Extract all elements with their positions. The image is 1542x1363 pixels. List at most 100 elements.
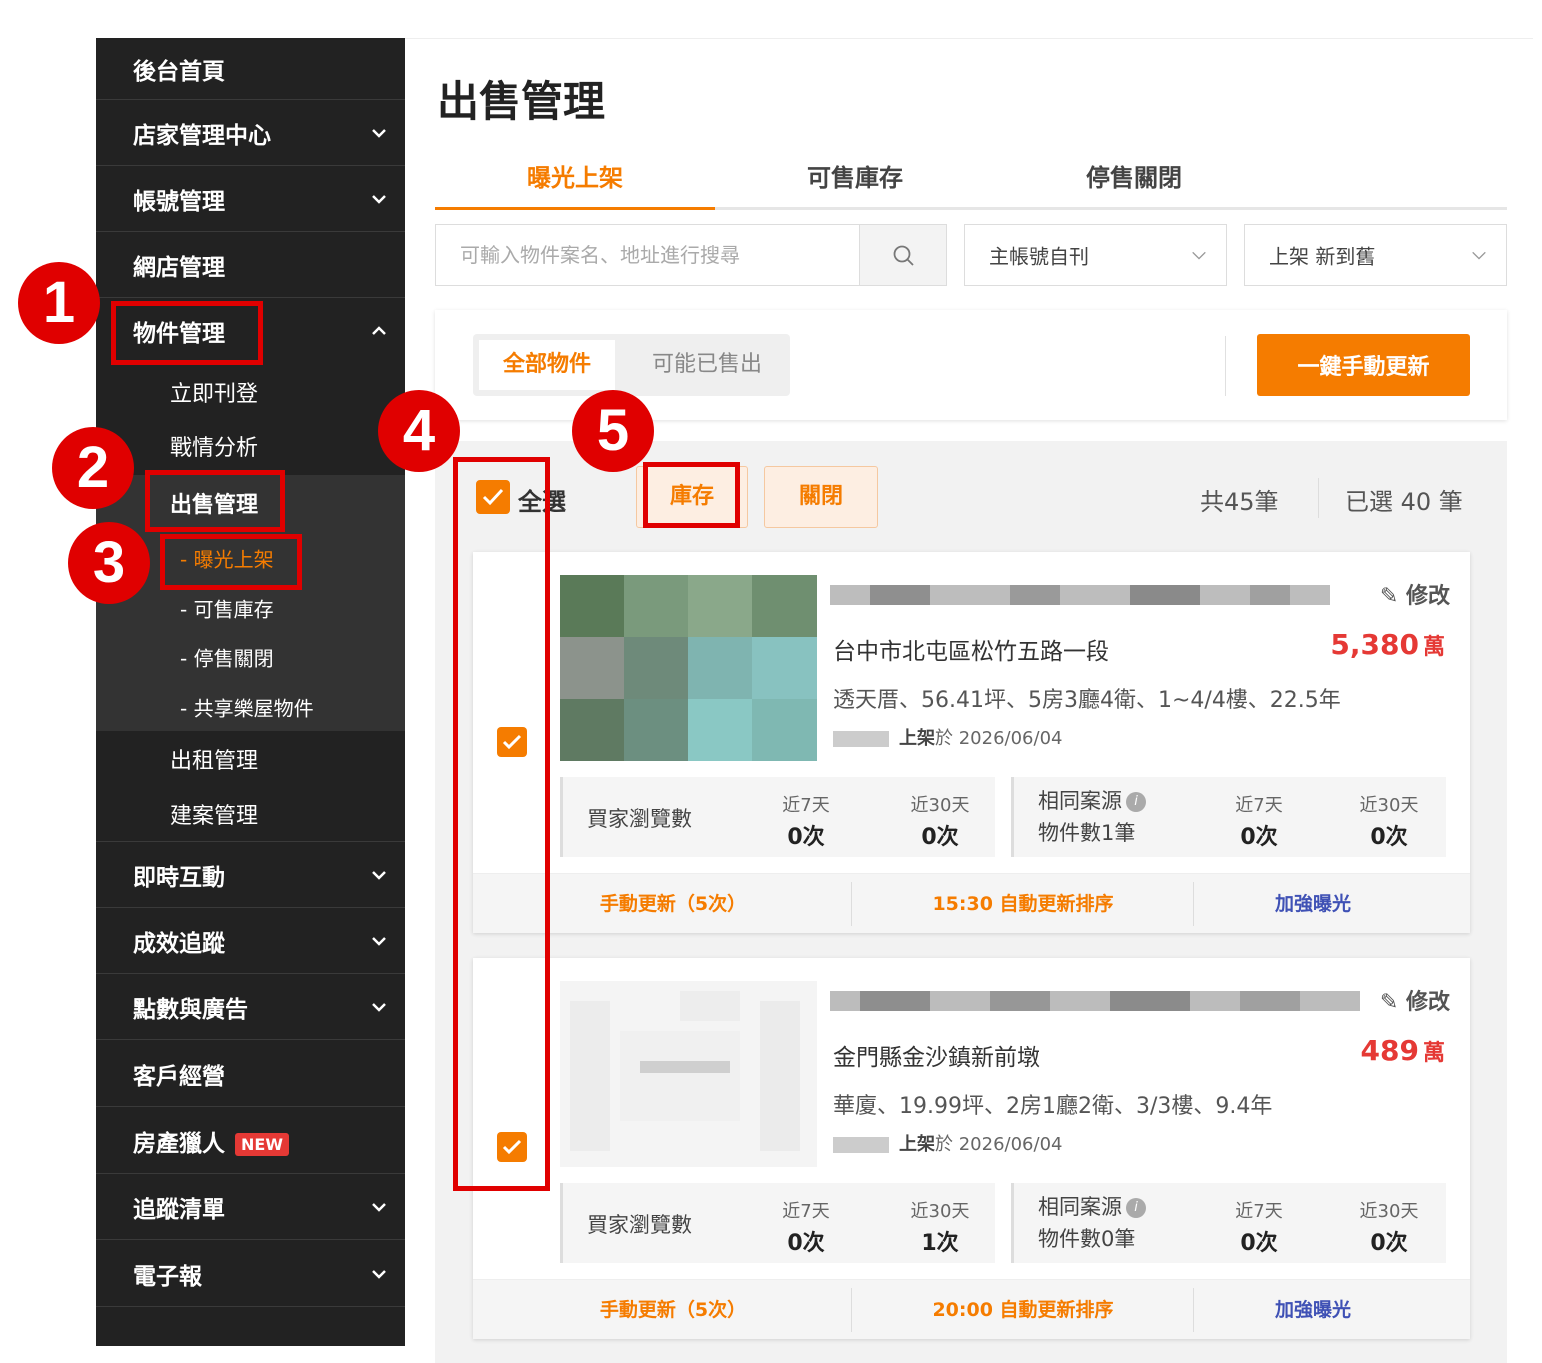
posted-date-value: 於 2026/06/04 <box>935 1134 1063 1155</box>
stat-header: 近30天 <box>1359 795 1419 816</box>
sidebar-item-label: 後台首頁 <box>133 58 225 85</box>
boost-exposure-button[interactable]: 加強曝光 <box>1233 874 1393 934</box>
sidebar-item-analysis[interactable]: 戰情分析 <box>96 419 405 473</box>
listing-address: 台中市北屯區松竹五路一段 <box>833 639 1109 665</box>
stat-value: 0次 <box>787 1231 825 1256</box>
boost-exposure-button[interactable]: 加強曝光 <box>1233 1280 1393 1340</box>
account-select[interactable]: 主帳號自刊 <box>964 224 1227 286</box>
listing-actions: 手動更新（5次） 15:30 自動更新排序 加強曝光 <box>473 873 1470 933</box>
same-source-label: 相同案源 i <box>1038 785 1146 815</box>
listing-title-redacted <box>830 582 1370 608</box>
chevron-up-icon <box>372 326 386 335</box>
sidebar-item-label: 立即刊登 <box>170 382 259 407</box>
header-divider <box>405 38 1533 39</box>
auto-refresh-button[interactable]: 15:30 自動更新排序 <box>873 874 1173 934</box>
redacted-text <box>833 1137 889 1153</box>
manual-refresh-button[interactable]: 手動更新（5次） <box>533 1280 813 1340</box>
edit-label: 修改 <box>1405 584 1450 609</box>
step-badge-3: 3 <box>68 522 150 604</box>
sidebar-item-hunter[interactable]: 房產獵人 NEW <box>96 1108 405 1174</box>
redacted-text <box>833 731 889 747</box>
info-icon[interactable]: i <box>1126 1198 1146 1218</box>
tab-exposed[interactable]: 曝光上架 <box>527 158 623 193</box>
search-input[interactable] <box>436 225 860 285</box>
edit-link[interactable]: ✎ 修改 <box>1380 984 1450 1016</box>
views-30d: 近30天 1次 <box>895 1197 985 1257</box>
manual-refresh-button[interactable]: 手動更新（5次） <box>533 874 813 934</box>
views-30d: 近30天 0次 <box>895 791 985 851</box>
stat-header: 近30天 <box>910 1201 970 1222</box>
sidebar-item-interaction[interactable]: 即時互動 <box>96 842 405 908</box>
highlight-box-exposed <box>160 534 302 590</box>
listing-photo-blurred <box>560 981 817 1167</box>
auto-refresh-button[interactable]: 20:00 自動更新排序 <box>873 1280 1173 1340</box>
stat-value: 0次 <box>1370 825 1408 850</box>
stat-header: 近7天 <box>782 1201 830 1222</box>
sidebar-item-newsletter[interactable]: 電子報 <box>96 1241 405 1307</box>
sidebar-item-label: 戰情分析 <box>170 436 259 461</box>
sidebar-item-store-center[interactable]: 店家管理中心 <box>96 100 405 166</box>
sidebar-item-home[interactable]: 後台首頁 <box>96 38 405 100</box>
sidebar-item-rent[interactable]: 出租管理 <box>96 732 405 786</box>
listing-info: 華廈、19.99坪、2房1廳2衛、3/3樓、9.4年 <box>833 1094 1273 1119</box>
sidebar-item-points-ads[interactable]: 點數與廣告 <box>96 974 405 1040</box>
same-source-count: 物件數1筆 <box>1038 821 1136 845</box>
same-source-stats: 相同案源 i 物件數0筆 近7天 0次 近30天 0次 <box>1011 1183 1446 1263</box>
step-badge-5: 5 <box>572 390 654 472</box>
search-button[interactable] <box>859 225 946 285</box>
chevron-down-icon <box>372 870 386 880</box>
tab-bar: 曝光上架 可售庫存 停售關閉 <box>435 140 1507 210</box>
same-source-label: 相同案源 i <box>1038 1191 1146 1221</box>
sidebar-item-customers[interactable]: 客戶經營 <box>96 1041 405 1107</box>
posted-date-value: 於 2026/06/04 <box>935 728 1063 749</box>
sidebar-item-label: 網店管理 <box>133 254 225 281</box>
edit-link[interactable]: ✎ 修改 <box>1380 578 1450 610</box>
sidebar-item-tracking[interactable]: 成效追蹤 <box>96 908 405 974</box>
sidebar-item-build[interactable]: 建案管理 <box>96 786 405 842</box>
close-button[interactable]: 關閉 <box>764 466 878 528</box>
buyer-views-stats: 買家瀏覽數 近7天 0次 近30天 1次 <box>560 1183 995 1263</box>
segment-maybe-sold[interactable]: 可能已售出 <box>637 340 777 390</box>
stat-header: 近7天 <box>1235 1201 1283 1222</box>
sidebar-item-watchlist[interactable]: 追蹤清單 <box>96 1174 405 1240</box>
listing-title-redacted <box>830 988 1370 1014</box>
tab-stock[interactable]: 可售庫存 <box>807 158 903 193</box>
stat-header: 近30天 <box>910 795 970 816</box>
listing-price: 489 萬 <box>1361 1034 1445 1067</box>
sidebar-item-web-store[interactable]: 網店管理 <box>96 232 405 298</box>
sidebar-subitem-stock[interactable]: - 可售庫存 <box>96 583 405 633</box>
sidebar-item-label: - 共享樂屋物件 <box>180 696 314 721</box>
chevron-down-icon <box>372 1202 386 1212</box>
tab-closed[interactable]: 停售關閉 <box>1086 158 1182 193</box>
same-source-stats: 相同案源 i 物件數1筆 近7天 0次 近30天 0次 <box>1011 777 1446 857</box>
divider <box>1225 336 1226 396</box>
posted-date: 上架於 2026/06/04 <box>833 1130 1062 1156</box>
sidebar-item-post-now[interactable]: 立即刊登 <box>96 365 405 419</box>
listing-photo[interactable] <box>560 981 817 1167</box>
redacted-text <box>830 585 1330 605</box>
segment-control: 全部物件 可能已售出 <box>473 334 790 396</box>
search-icon <box>893 245 914 266</box>
sidebar-subitem-closed[interactable]: - 停售關閉 <box>96 632 405 682</box>
sidebar-item-label: 客戶經營 <box>133 1063 225 1090</box>
price-unit: 萬 <box>1422 1041 1445 1066</box>
sort-select[interactable]: 上架 新到舊 <box>1244 224 1507 286</box>
highlight-box-sale <box>145 470 285 532</box>
sidebar-subitem-shared[interactable]: - 共享樂屋物件 <box>96 682 405 732</box>
stat-value: 0次 <box>787 825 825 850</box>
segment-all[interactable]: 全部物件 <box>479 340 615 390</box>
info-icon[interactable]: i <box>1126 792 1146 812</box>
sort-select-value: 上架 新到舊 <box>1269 244 1376 269</box>
sidebar-item-account[interactable]: 帳號管理 <box>96 166 405 232</box>
divider <box>1318 478 1319 518</box>
sidebar-item-label: 房產獵人 NEW <box>133 1124 289 1158</box>
search-box <box>435 224 947 286</box>
chevron-down-icon <box>372 1002 386 1012</box>
sidebar-item-label: 電子報 <box>133 1263 202 1290</box>
listing-photo[interactable] <box>560 575 817 761</box>
sidebar-item-label: 即時互動 <box>133 864 225 891</box>
manual-refresh-all-button[interactable]: 一鍵手動更新 <box>1257 334 1470 396</box>
active-tab-indicator <box>435 207 715 210</box>
account-select-value: 主帳號自刊 <box>989 244 1089 269</box>
listing-actions: 手動更新（5次） 20:00 自動更新排序 加強曝光 <box>473 1279 1470 1339</box>
